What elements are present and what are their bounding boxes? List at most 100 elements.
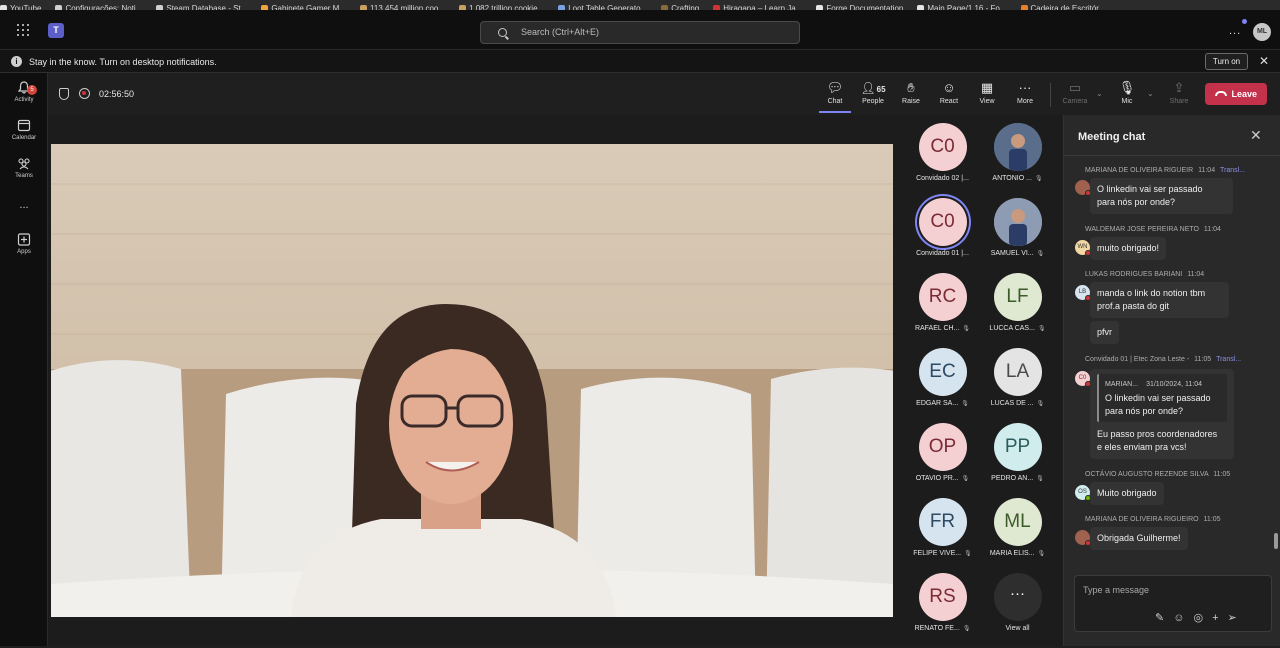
people-button[interactable]: 👤︎65 People [856,80,890,105]
participant-avatar: PP [993,423,1042,471]
shield-icon[interactable] [59,88,69,100]
settings-more-button[interactable]: ... [1229,25,1241,37]
attach-plus-icon[interactable]: + [1212,612,1227,624]
search-icon [498,28,507,37]
format-icon[interactable]: ✎ [1155,612,1173,624]
participant-tile[interactable]: C0 Convidado 01 |... [905,198,980,273]
message-line: Obrigada Guilherme! [1097,533,1181,543]
rail-label-apps: Apps [17,249,31,255]
message-time: 11:05 [1194,356,1212,363]
chat-message: manda o link do notion tbm prof.a pasta … [1090,282,1229,318]
mic-muted-icon: 🎙︎ [961,401,969,407]
rail-item-calendar[interactable]: Calendar [0,119,48,141]
participant-name: ANTONIO ... [992,175,1032,182]
mic-off-icon: 🎙︎ [1118,80,1136,95]
leave-button[interactable]: Leave [1205,83,1267,105]
sender-name: LUKAS RODRIGUES BARIANI [1085,271,1183,278]
translate-link[interactable]: Transl... [1216,356,1241,363]
notification-dot-icon [1242,19,1247,24]
view-all-button[interactable]: ··· View all [980,573,1055,648]
rail-item-activity[interactable]: 5 Activity [0,81,48,103]
react-button[interactable]: ☺ React [932,80,966,105]
quoted-message[interactable]: MARIAN... 31/10/2024, 11:04 O linkedin va… [1097,374,1227,422]
more-label: More [1017,98,1033,105]
participant-name: SAMUEL VI... [990,250,1034,257]
teams-top-bar: T Search (Ctrl+Alt+E) ... ML [0,10,1280,50]
chat-button[interactable]: 💬︎ Chat [818,80,852,105]
rail-item-apps[interactable]: Apps [0,233,48,255]
video-stage [48,115,900,646]
more-button[interactable]: ··· More [1008,80,1042,105]
mic-muted-icon: 🎙︎ [962,326,971,332]
participant-tile[interactable]: LA LUCAS DE ... 🎙︎ [980,348,1055,423]
emoji-icon[interactable]: ☺ [1173,612,1193,624]
user-avatar[interactable]: ML [1253,23,1271,41]
mic-muted-icon: 🎙︎ [1036,476,1044,482]
participant-name-row: RENATO FE... 🎙︎ [905,625,980,632]
raise-hand-button[interactable]: ✋︎ Raise [894,80,928,105]
participant-tile[interactable]: ANTONIO ... 🎙︎ [980,123,1055,198]
loop-icon[interactable]: ◎ [1193,612,1212,624]
participant-tile[interactable]: ML MARIA ELIS... 🎙︎ [980,498,1055,573]
participant-avatar: C0 [918,198,967,246]
message-line: pfvr [1097,327,1113,337]
sender-name: Convidado 01 | Etec Zona Leste - [1085,356,1190,363]
message-header: WALDEMAR JOSE PEREIRA NETO 11:04 [1085,226,1221,233]
send-icon[interactable]: ➢ [1228,612,1246,624]
call-timer: 02:56:50 [99,89,135,99]
camera-off-icon: ▭ [1068,80,1082,95]
camera-options-chevron-icon[interactable]: ⌄ [1096,89,1103,98]
participant-tile[interactable]: SAMUEL VI... 🎙︎ [980,198,1055,273]
avatar-initials: LB [1078,289,1087,295]
participant-tile[interactable]: FR FELIPE VIVE... 🎙︎ [905,498,980,573]
chat-message: pfvr [1090,321,1120,344]
participant-tile[interactable]: EC EDGAR SA... 🎙︎ [905,348,980,423]
mic-options-chevron-icon[interactable]: ⌄ [1147,89,1154,98]
message-line: para nós por onde? [1097,197,1176,207]
participant-name: MARIA ELIS... [989,550,1035,557]
participant-tile[interactable]: C0 Convidado 02 |... [905,123,980,198]
turn-on-notifications-button[interactable]: Turn on [1205,53,1248,70]
close-notification-icon[interactable]: ✕ [1259,54,1269,68]
message-composer[interactable]: Type a message ✎☺◎+➢ [1074,575,1272,632]
participant-name: Convidado 02 |... [916,175,969,182]
mic-muted-icon: 🎙︎ [962,626,971,632]
participant-avatar [993,123,1042,171]
react-label: React [939,98,959,105]
participant-avatar: RS [918,573,967,621]
participant-tile[interactable]: RS RENATO FE... 🎙︎ [905,573,980,648]
sender-name: OCTÁVIO AUGUSTO REZENDE SILVA [1085,471,1209,478]
app-launcher-icon[interactable] [17,24,29,36]
call-control-bar: 02:56:50 💬︎ Chat 👤︎65 People ✋︎ Raise ☺ … [48,73,1280,115]
participant-name-row: RAFAEL CH... 🎙︎ [905,325,980,332]
chat-message: Obrigada Guilherme! [1090,527,1188,550]
message-header: Convidado 01 | Etec Zona Leste - 11:05 T… [1085,356,1241,363]
participant-tile[interactable]: OP OTAVIO PR... 🎙︎ [905,423,980,498]
translate-link[interactable]: Transl... [1220,167,1245,174]
message-header: MARIANA DE OLIVEIRA RIGUEIRO 11:05 [1085,516,1221,523]
rail-label-calendar: Calendar [11,135,37,141]
close-chat-icon[interactable]: ✕ [1250,127,1262,144]
participant-name-row: FELIPE VIVE... 🎙︎ [905,550,980,557]
participant-name: RAFAEL CH... [914,325,960,332]
more-icon: ··· [1018,80,1032,95]
mic-muted-icon: 🎙︎ [964,551,972,557]
participant-tile[interactable]: RC RAFAEL CH... 🎙︎ [905,273,980,348]
participant-tile[interactable]: LF LUCCA CAS... 🎙︎ [980,273,1055,348]
message-header: OCTÁVIO AUGUSTO REZENDE SILVA 11:05 [1085,471,1230,478]
rail-more-button[interactable]: ... [0,199,48,211]
smiley-icon: ☺ [942,80,956,95]
notification-message: Stay in the know. Turn on desktop notifi… [29,57,217,67]
view-button[interactable]: ▦ View [970,80,1004,105]
share-button[interactable]: ⇪ Share [1162,80,1196,105]
rail-item-teams[interactable]: Teams [0,157,48,179]
view-all-label: View all [1005,625,1030,632]
search-input[interactable]: Search (Ctrl+Alt+E) [480,21,800,44]
chat-scrollbar[interactable] [1274,533,1278,549]
mic-button[interactable]: 🎙︎ Mic [1110,80,1144,105]
participant-avatar: C0 [918,123,967,171]
participant-tile[interactable]: PP PEDRO AN... 🎙︎ [980,423,1055,498]
notification-banner: i Stay in the know. Turn on desktop noti… [0,50,1280,73]
chat-label: Chat [827,98,843,105]
camera-button[interactable]: ▭ Camera [1058,80,1092,105]
